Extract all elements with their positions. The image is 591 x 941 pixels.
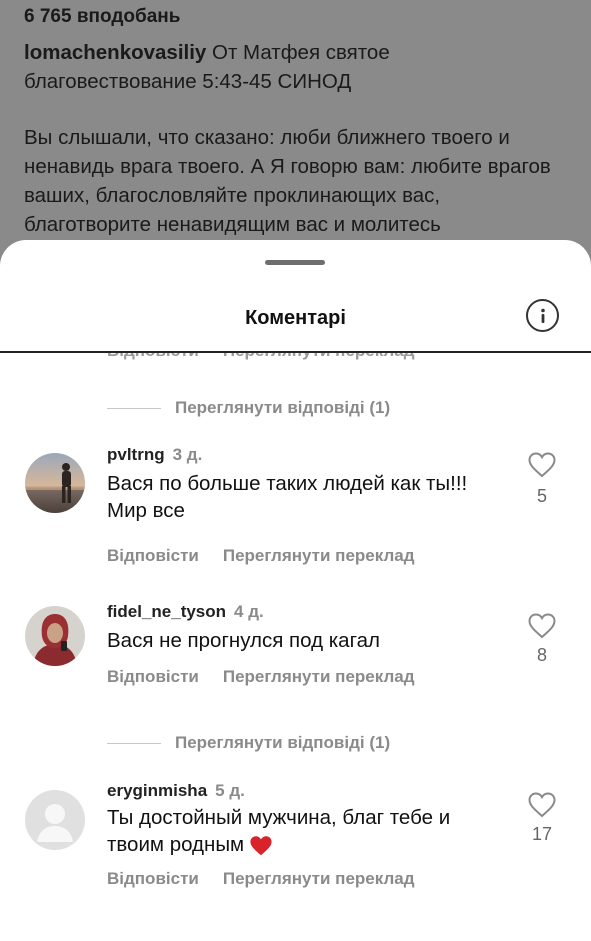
comment-time: 4 д. bbox=[234, 602, 264, 621]
likes-count: 6 765 вподобань bbox=[24, 6, 181, 27]
replies-line bbox=[107, 742, 161, 744]
comment-username[interactable]: eryginmisha bbox=[107, 781, 207, 800]
avatar[interactable] bbox=[25, 453, 85, 513]
avatar-person-image bbox=[25, 606, 85, 666]
translate-button[interactable]: Переглянути переклад bbox=[223, 353, 415, 360]
caption-paragraph: Вы слышали, что сказано: люби ближнего т… bbox=[24, 126, 551, 236]
info-icon bbox=[540, 308, 545, 323]
comments-list[interactable]: Відповісти Переглянути переклад Перегляну… bbox=[0, 353, 591, 941]
reply-button[interactable]: Відповісти bbox=[107, 353, 199, 360]
comment-header: eryginmisha 5 д. bbox=[107, 781, 245, 801]
replies-line bbox=[107, 407, 161, 409]
caption-line-1: От Матфея святое bbox=[212, 41, 390, 64]
translate-button[interactable]: Переглянути переклад bbox=[223, 546, 415, 565]
comment-actions: Відповісти Переглянути переклад bbox=[107, 667, 439, 687]
heart-icon[interactable] bbox=[528, 452, 556, 478]
view-replies-row[interactable]: Переглянути відповіді (1) bbox=[107, 733, 390, 753]
clipped-comment-actions: Відповісти Переглянути переклад bbox=[107, 353, 439, 361]
translate-button[interactable]: Переглянути переклад bbox=[223, 667, 415, 686]
view-replies-label: Переглянути відповіді (1) bbox=[175, 398, 391, 417]
like-count: 8 bbox=[536, 645, 547, 665]
red-heart-emoji-icon bbox=[250, 835, 272, 855]
like-count: 5 bbox=[536, 486, 547, 506]
comment-text: Вася по больше таких людей как ты!!! Мир… bbox=[107, 472, 468, 522]
avatar[interactable] bbox=[25, 790, 85, 850]
post-author[interactable]: lomachenkovasiliy bbox=[24, 41, 206, 64]
comment-time: 3 д. bbox=[172, 445, 203, 464]
comment-text-content: Ты достойный мужчина, благ тебе и твоим … bbox=[107, 806, 451, 856]
avatar[interactable] bbox=[25, 606, 85, 666]
view-replies-row[interactable]: Переглянути відповіді (1) bbox=[107, 398, 390, 418]
comment-actions: Відповісти Переглянути переклад bbox=[107, 869, 439, 889]
comment-time: 5 д. bbox=[215, 781, 245, 800]
comment-header: pvltrng 3 д. bbox=[107, 445, 202, 465]
comment-username[interactable]: fidel_ne_tyson bbox=[107, 602, 226, 621]
heart-icon[interactable] bbox=[528, 613, 556, 639]
reply-button[interactable]: Відповісти bbox=[107, 546, 199, 565]
drag-handle[interactable] bbox=[265, 260, 325, 265]
comment-header: fidel_ne_tyson 4 д. bbox=[107, 602, 264, 622]
sheet-title: Коментарі bbox=[245, 307, 346, 329]
comment-username[interactable]: pvltrng bbox=[107, 445, 165, 464]
reply-button[interactable]: Відповісти bbox=[107, 869, 199, 888]
comments-sheet: Коментарі Відповісти Переглянути переклад… bbox=[0, 240, 591, 941]
default-avatar-icon bbox=[25, 790, 85, 850]
like-count: 17 bbox=[531, 824, 553, 844]
view-replies-label: Переглянути відповіді (1) bbox=[175, 733, 391, 752]
comment-text: Ты достойный мужчина, благ тебе и твоим … bbox=[107, 804, 502, 858]
caption-line-2: благовествование 5:43-45 СИНОД bbox=[24, 70, 352, 93]
post-caption: lomachenkovasiliy От Матфея святое благов… bbox=[24, 38, 569, 239]
comment-text: Вася не прогнулся под кагал bbox=[107, 629, 380, 652]
avatar-beach-image bbox=[25, 453, 85, 513]
heart-icon[interactable] bbox=[528, 792, 556, 818]
translate-button[interactable]: Переглянути переклад bbox=[223, 869, 415, 888]
info-button[interactable] bbox=[526, 299, 559, 332]
reply-button[interactable]: Відповісти bbox=[107, 667, 199, 686]
comment-actions: Відповісти Переглянути переклад bbox=[107, 546, 439, 566]
